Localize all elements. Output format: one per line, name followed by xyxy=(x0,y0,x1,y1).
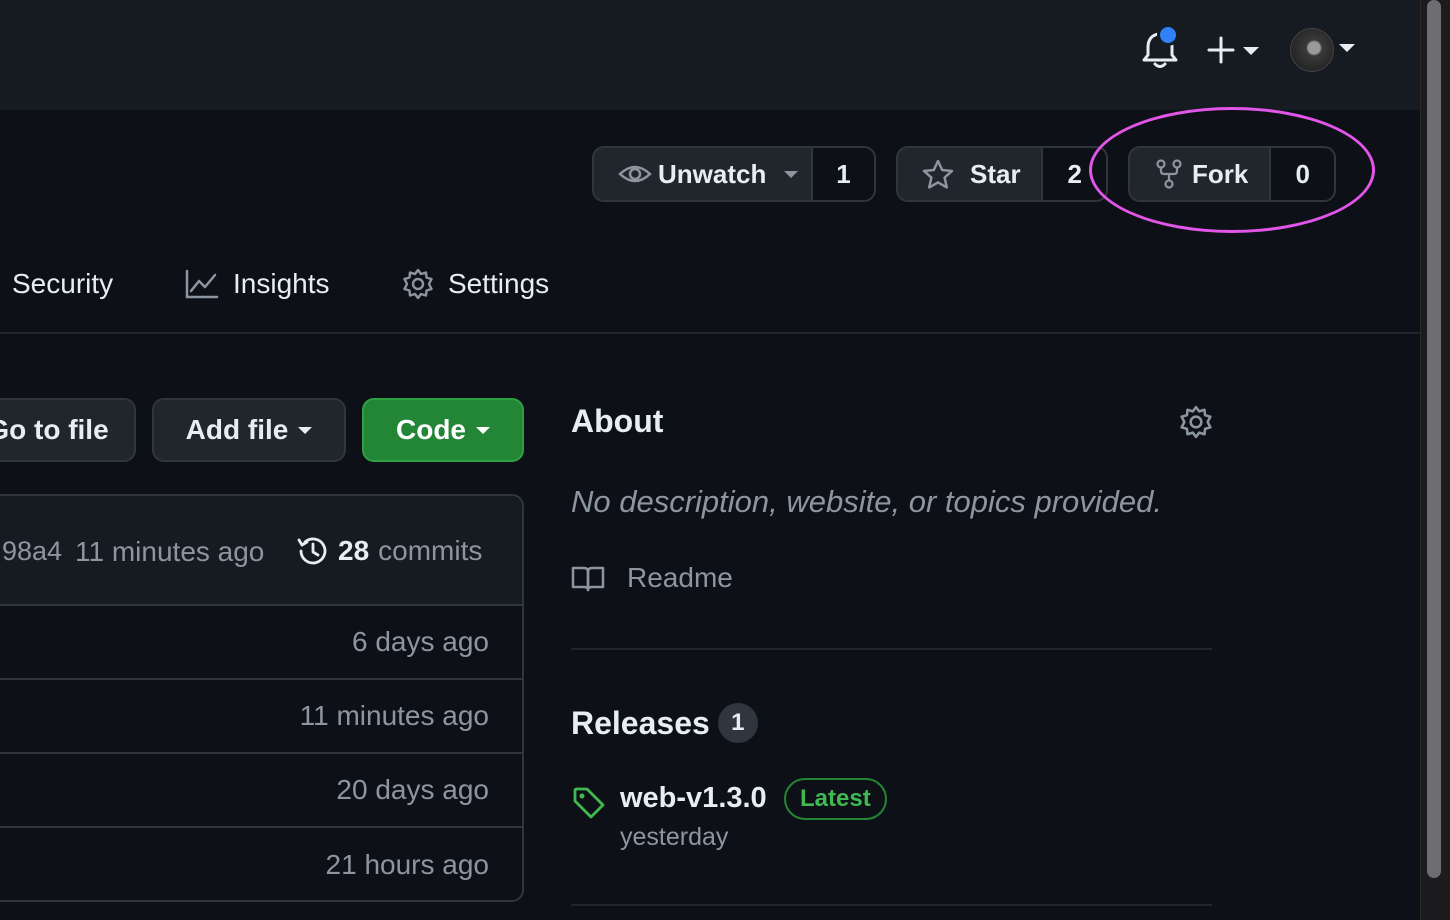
file-row-time: 21 hours ago xyxy=(325,849,489,880)
repo-forked-icon xyxy=(1156,159,1182,189)
tag-icon xyxy=(573,787,605,819)
fork-button[interactable]: Fork xyxy=(1130,148,1269,200)
book-icon xyxy=(571,566,605,592)
gear-icon xyxy=(403,268,433,300)
commits-label: commits xyxy=(378,535,483,566)
star-button[interactable]: Star xyxy=(898,148,1041,200)
notification-indicator xyxy=(1157,24,1179,46)
code-button[interactable]: Code xyxy=(362,398,524,462)
chevron-down-icon xyxy=(784,170,799,178)
star-icon xyxy=(922,159,954,189)
fork-button-group: Fork 0 xyxy=(1128,146,1336,202)
unwatch-button[interactable]: Unwatch xyxy=(594,148,811,200)
watch-button-group: Unwatch 1 xyxy=(592,146,876,202)
latest-badge: Latest xyxy=(784,778,887,820)
release-date: yesterday xyxy=(620,823,729,851)
about-heading: About xyxy=(571,403,664,439)
sidebar-divider xyxy=(571,648,1212,650)
star-label: Star xyxy=(970,158,1021,189)
commit-time: 11 minutes ago xyxy=(75,536,265,567)
file-row-time: 6 days ago xyxy=(352,626,489,657)
file-row[interactable]: 6 days ago xyxy=(0,606,522,680)
file-list: 98a4 11 minutes ago 28 commits 6 days ag… xyxy=(0,494,524,902)
watchers-count[interactable]: 1 xyxy=(810,148,874,200)
edit-about-button[interactable] xyxy=(1179,405,1213,439)
tab-insights[interactable]: Insights xyxy=(185,262,330,306)
nav-divider xyxy=(0,332,1420,334)
history-icon xyxy=(297,537,327,565)
go-to-file-button[interactable]: Go to file xyxy=(0,398,136,462)
file-row[interactable]: 11 minutes ago xyxy=(0,680,522,754)
star-button-group: Star 2 xyxy=(896,146,1108,202)
user-avatar-button[interactable] xyxy=(1290,28,1334,72)
latest-commit-bar: 98a4 11 minutes ago 28 commits xyxy=(0,496,522,606)
file-row-time: 20 days ago xyxy=(336,774,489,805)
commit-count: 28 xyxy=(338,535,370,566)
tag-icon-wrap xyxy=(572,786,606,820)
about-description: No description, website, or topics provi… xyxy=(571,484,1163,519)
chevron-down-icon xyxy=(1243,47,1259,55)
chevron-down-icon xyxy=(298,426,313,434)
commit-sha[interactable]: 98a4 xyxy=(2,536,62,567)
go-to-file-label: Go to file xyxy=(0,414,109,445)
chevron-down-icon xyxy=(476,426,490,434)
file-row-time: 11 minutes ago xyxy=(299,700,489,731)
readme-label: Readme xyxy=(627,562,733,593)
gear-icon xyxy=(1180,405,1212,439)
unwatch-label: Unwatch xyxy=(658,158,767,189)
eye-icon xyxy=(618,165,652,183)
release-name-link[interactable]: web-v1.3.0 xyxy=(620,782,767,815)
forks-count[interactable]: 0 xyxy=(1269,148,1334,200)
fork-label: Fork xyxy=(1192,158,1249,189)
plus-icon xyxy=(1207,36,1259,64)
graph-icon xyxy=(185,269,219,299)
create-new-button[interactable] xyxy=(1205,30,1265,70)
tab-settings-label: Settings xyxy=(448,268,550,299)
chevron-down-icon xyxy=(1339,44,1355,52)
code-label: Code xyxy=(396,414,466,445)
file-row[interactable]: 21 hours ago xyxy=(0,828,522,900)
scrollbar-thumb[interactable] xyxy=(1427,0,1441,878)
add-file-button[interactable]: Add file xyxy=(152,398,346,462)
commits-link[interactable]: 28 commits xyxy=(296,534,482,568)
releases-heading[interactable]: Releases 1 xyxy=(571,703,758,743)
stargazers-count[interactable]: 2 xyxy=(1041,148,1106,200)
add-file-label: Add file xyxy=(185,414,289,445)
sidebar-divider xyxy=(571,904,1212,906)
tab-security[interactable]: Security xyxy=(12,262,113,306)
releases-title: Releases xyxy=(571,704,710,741)
tab-insights-label: Insights xyxy=(233,268,330,299)
tab-settings[interactable]: Settings xyxy=(402,262,549,306)
file-row[interactable]: 20 days ago xyxy=(0,754,522,828)
readme-link[interactable]: Readme xyxy=(571,562,733,594)
releases-count: 1 xyxy=(717,703,758,743)
tab-security-label: Security xyxy=(12,268,114,299)
